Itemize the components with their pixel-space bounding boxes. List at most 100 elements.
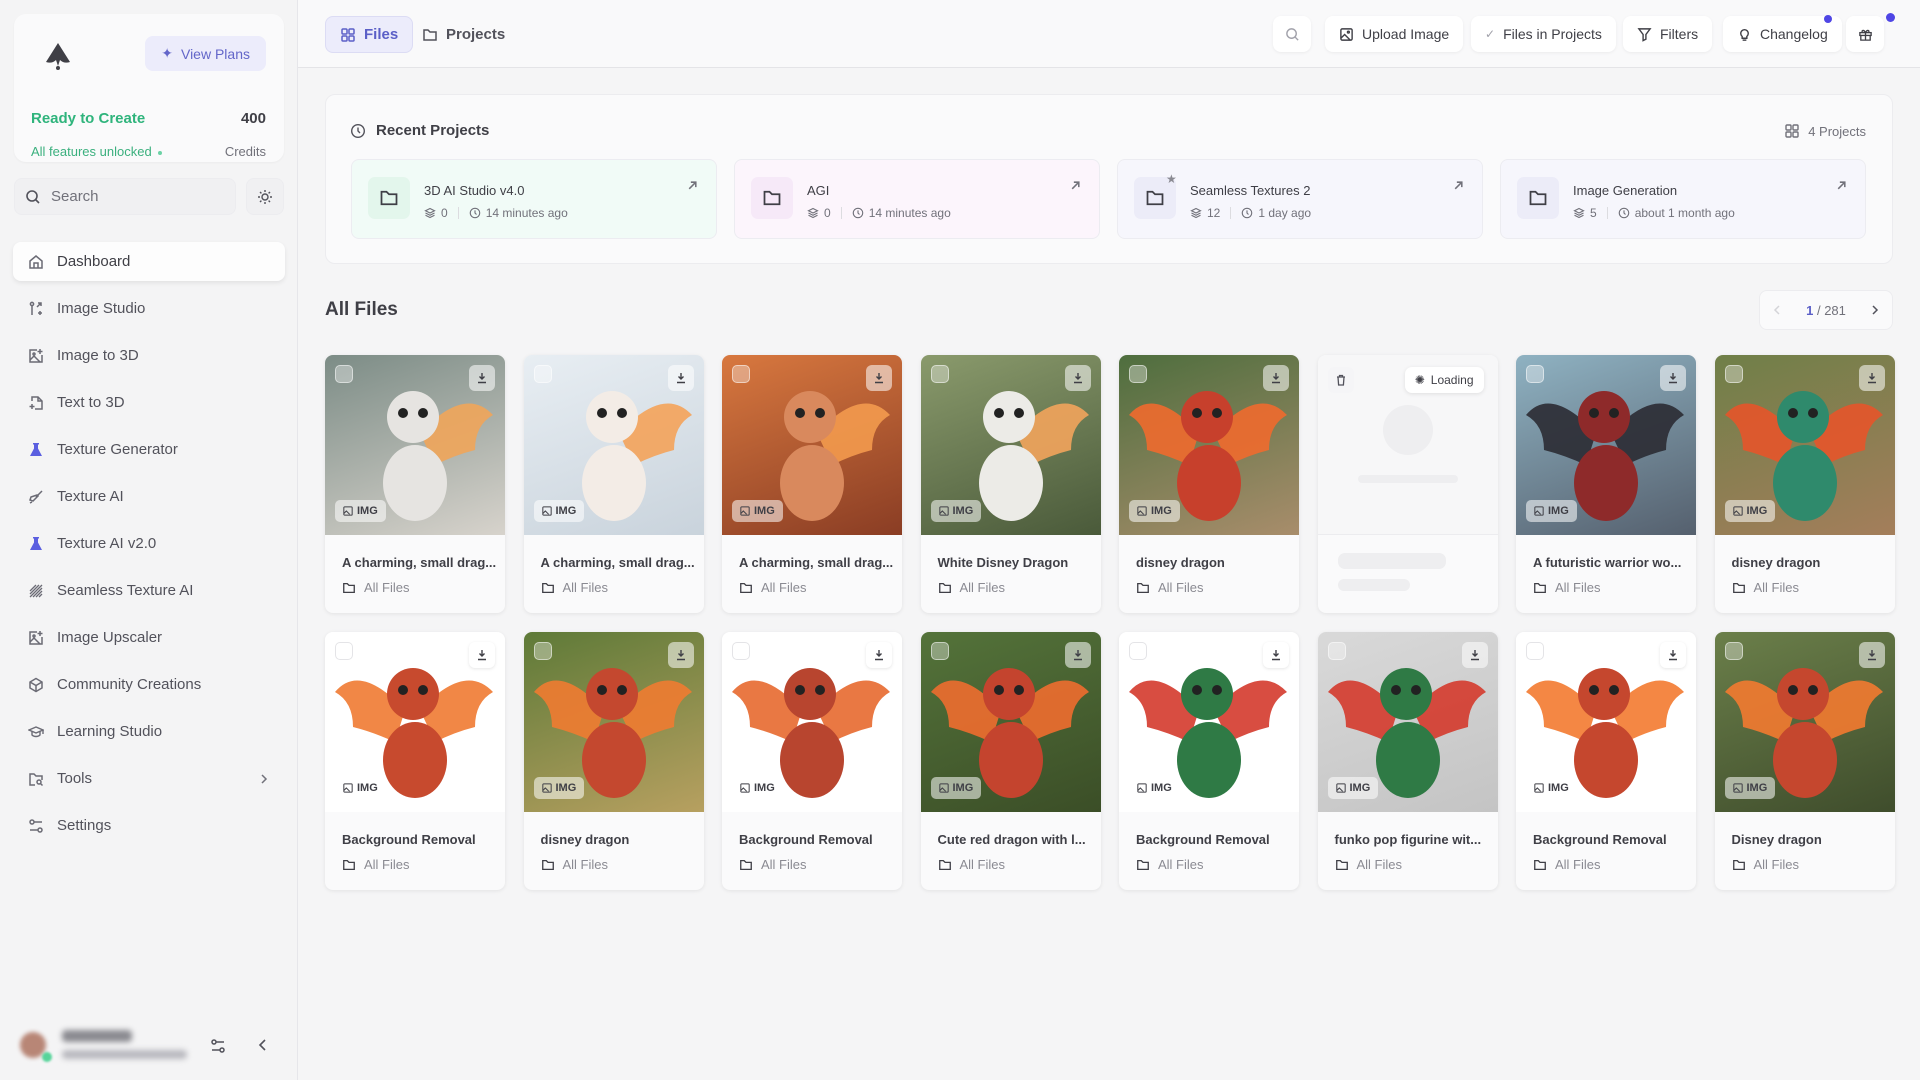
download-button[interactable] — [1858, 642, 1885, 668]
open-project-icon[interactable] — [1070, 180, 1081, 191]
files-in-projects-toggle[interactable]: ✓ Files in Projects — [1471, 16, 1616, 52]
thumbnail-image[interactable]: IMG — [523, 632, 704, 812]
user-profile[interactable] — [0, 1016, 298, 1076]
upload-image-button[interactable]: Upload Image — [1325, 16, 1464, 52]
select-checkbox[interactable] — [1724, 365, 1743, 383]
file-card[interactable]: IMG A charming, small drag... All Files — [523, 355, 704, 613]
thumbnail-image[interactable]: IMG — [1119, 632, 1299, 812]
view-plans-button[interactable]: ✦ View Plans — [145, 36, 266, 71]
select-checkbox[interactable] — [732, 365, 750, 383]
sidebar-item-tools[interactable]: Tools — [13, 759, 285, 798]
file-card[interactable]: IMG Background Removal All Files — [722, 632, 902, 890]
select-checkbox[interactable] — [732, 642, 750, 660]
file-folder[interactable]: All Files — [1533, 857, 1601, 872]
download-button[interactable] — [469, 642, 495, 668]
file-folder[interactable]: All Files — [938, 857, 1005, 872]
thumbnail-image[interactable]: IMG — [722, 355, 902, 535]
filters-button[interactable]: Filters — [1623, 16, 1713, 52]
file-folder[interactable]: All Files — [1335, 857, 1402, 872]
thumbnail-image[interactable]: IMG — [722, 632, 902, 812]
delete-button[interactable] — [1327, 367, 1354, 393]
file-folder[interactable]: All Files — [938, 580, 1005, 595]
project-card[interactable]: Image Generation 5 about 1 month ago — [1500, 159, 1866, 239]
gift-button[interactable] — [1846, 16, 1884, 52]
file-folder[interactable]: All Files — [541, 580, 608, 595]
projects-count[interactable]: 4 Projects — [1784, 123, 1866, 139]
file-folder[interactable]: All Files — [1732, 580, 1799, 595]
open-project-icon[interactable] — [1453, 180, 1464, 191]
file-folder[interactable]: All Files — [541, 857, 608, 872]
sidebar-item-seamless-texture-ai[interactable]: Seamless Texture AI — [13, 571, 285, 610]
thumbnail-image[interactable]: IMG — [1714, 632, 1895, 812]
select-checkbox[interactable] — [335, 642, 353, 660]
thumbnail-image[interactable]: IMG — [523, 355, 704, 535]
download-button[interactable] — [1263, 365, 1289, 391]
sidebar-item-image-upscaler[interactable]: Image Upscaler — [13, 618, 285, 657]
sidebar-item-text-to-3d[interactable]: Text to 3D — [13, 383, 285, 422]
download-button[interactable] — [1858, 365, 1885, 391]
select-checkbox[interactable] — [533, 365, 552, 383]
project-card[interactable]: AGI 0 14 minutes ago — [734, 159, 1100, 239]
thumbnail-image[interactable]: IMG — [325, 632, 505, 812]
sidebar-item-image-to-3d[interactable]: Image to 3D — [13, 336, 285, 375]
file-card[interactable]: IMG Background Removal All Files — [1516, 632, 1696, 890]
file-folder[interactable]: All Files — [1136, 857, 1204, 872]
sidebar-item-dashboard[interactable]: Dashboard — [13, 242, 285, 281]
file-folder[interactable]: All Files — [1533, 580, 1601, 595]
select-checkbox[interactable] — [335, 365, 353, 383]
logo-icon[interactable] — [40, 38, 76, 74]
file-folder[interactable]: All Files — [342, 857, 410, 872]
thumbnail-image[interactable]: IMG — [325, 355, 505, 535]
download-button[interactable] — [1660, 642, 1686, 668]
prev-page-button[interactable] — [1772, 305, 1782, 315]
thumbnail-image[interactable]: IMG — [1317, 632, 1498, 812]
file-card[interactable]: IMG A futuristic warrior wo... All Files — [1516, 355, 1696, 613]
open-project-icon[interactable] — [1836, 180, 1847, 191]
account-settings-icon[interactable] — [210, 1038, 226, 1054]
download-button[interactable] — [1064, 365, 1091, 391]
collapse-sidebar-icon[interactable] — [256, 1038, 270, 1052]
file-folder[interactable]: All Files — [739, 580, 807, 595]
sidebar-item-texture-generator[interactable]: Texture Generator — [13, 430, 285, 469]
tab-projects[interactable]: Projects — [408, 16, 519, 53]
file-card[interactable]: IMG disney dragon All Files — [523, 632, 704, 890]
file-card[interactable]: IMG Disney dragon All Files — [1714, 632, 1895, 890]
project-card[interactable]: 3D AI Studio v4.0 0 14 minutes ago — [351, 159, 717, 239]
select-checkbox[interactable] — [1129, 642, 1147, 660]
file-folder[interactable]: All Files — [342, 580, 410, 595]
file-card[interactable]: IMG Cute red dragon with l... All Files — [920, 632, 1101, 890]
thumbnail-image[interactable]: IMG — [1714, 355, 1895, 535]
file-card[interactable]: IMG disney dragon All Files — [1714, 355, 1895, 613]
file-folder[interactable]: All Files — [1136, 580, 1204, 595]
select-checkbox[interactable] — [1526, 642, 1544, 660]
select-checkbox[interactable] — [930, 642, 949, 660]
sidebar-item-community-creations[interactable]: Community Creations — [13, 665, 285, 704]
thumbnail-image[interactable]: IMG — [1516, 355, 1696, 535]
download-button[interactable] — [667, 642, 694, 668]
file-card[interactable]: IMG Background Removal All Files — [1119, 632, 1299, 890]
download-button[interactable] — [469, 365, 495, 391]
file-card[interactable]: IMG A charming, small drag... All Files — [325, 355, 505, 613]
file-folder[interactable]: All Files — [739, 857, 807, 872]
download-button[interactable] — [1660, 365, 1686, 391]
download-button[interactable] — [1064, 642, 1091, 668]
sidebar-item-texture-ai[interactable]: Texture AI — [13, 477, 285, 516]
next-page-button[interactable] — [1870, 305, 1880, 315]
select-checkbox[interactable] — [1526, 365, 1544, 383]
download-button[interactable] — [866, 642, 892, 668]
select-checkbox[interactable] — [930, 365, 949, 383]
select-checkbox[interactable] — [1724, 642, 1743, 660]
file-card[interactable]: IMG disney dragon All Files — [1119, 355, 1299, 613]
thumbnail-image[interactable]: IMG — [1119, 355, 1299, 535]
search-input[interactable]: Search — [14, 178, 236, 215]
thumbnail-image[interactable]: IMG — [920, 355, 1101, 535]
sidebar-item-image-studio[interactable]: Image Studio — [13, 289, 285, 328]
download-button[interactable] — [866, 365, 892, 391]
open-project-icon[interactable] — [687, 180, 698, 191]
download-button[interactable] — [1263, 642, 1289, 668]
sidebar-item-texture-ai-v2[interactable]: Texture AI v2.0 — [13, 524, 285, 563]
tab-files[interactable]: Files — [325, 16, 414, 53]
file-card[interactable]: IMG funko pop figurine wit... All Files — [1317, 632, 1498, 890]
select-checkbox[interactable] — [1129, 365, 1147, 383]
file-card[interactable]: IMG Background Removal All Files — [325, 632, 505, 890]
